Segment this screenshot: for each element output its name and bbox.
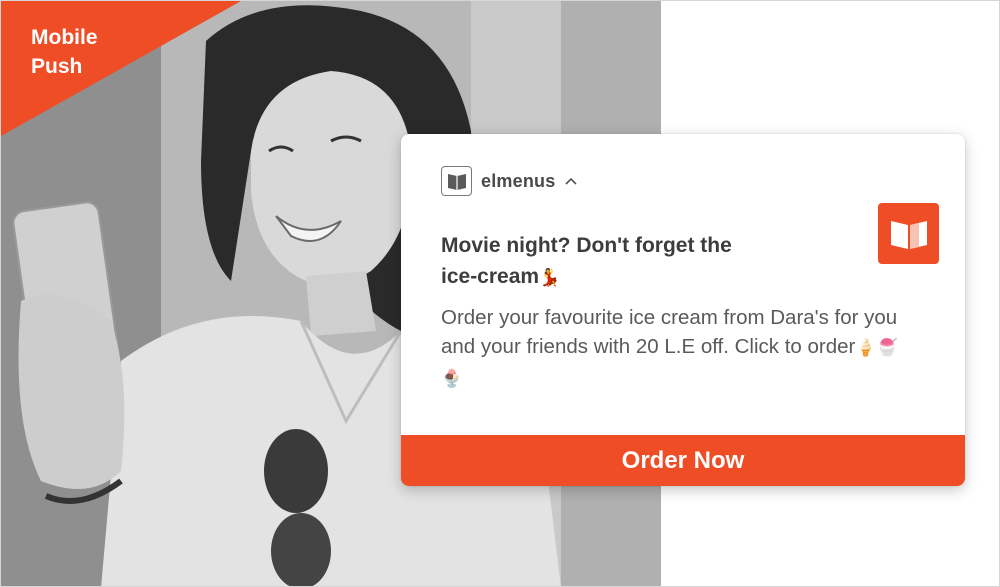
book-icon [441,166,472,196]
dancer-emoji: 💃 [539,268,561,288]
open-book-icon [878,203,939,264]
notification-title-text: ice-cream [441,265,540,288]
push-preview-canvas: Mobile Push elmenus Movie night? Don't f… [0,0,1000,587]
app-name: elmenus [481,170,556,191]
corner-banner-line2: Push [31,55,83,78]
notification-header: elmenus [441,166,578,196]
notification-title-line1: Movie night? Don't forget the [441,234,732,257]
corner-banner-line1: Mobile [31,26,98,49]
push-notification-card[interactable]: elmenus Movie night? Don't forget the ic… [401,134,965,486]
chevron-up-icon[interactable] [565,175,578,187]
order-now-button[interactable]: Order Now [401,435,965,486]
notification-title-line2: ice-cream💃 [441,261,861,294]
notification-body: Order your favourite ice cream from Dara… [441,303,911,394]
corner-banner: Mobile Push [1,1,241,136]
corner-banner-label: Mobile Push [31,23,98,81]
notification-body-text: Order your favourite ice cream from Dara… [441,306,898,358]
notification-title: Movie night? Don't forget the ice-cream💃 [441,230,861,294]
